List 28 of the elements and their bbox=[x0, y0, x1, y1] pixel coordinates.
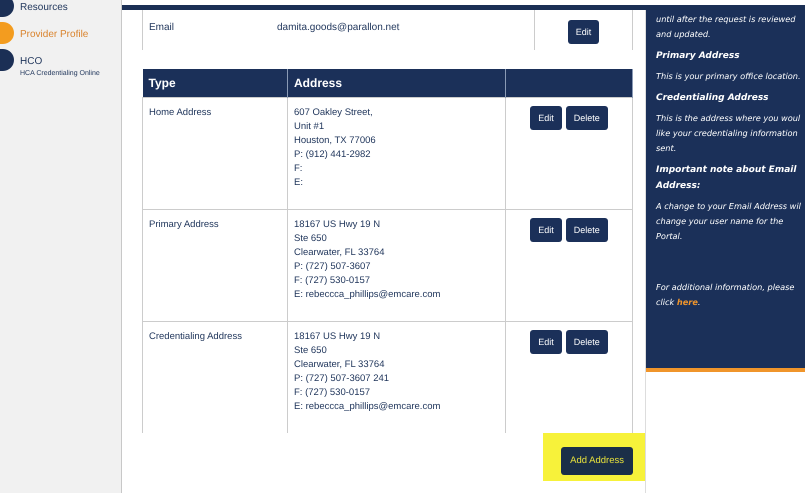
column-header: Address bbox=[288, 69, 506, 97]
help-text: For additional information, please click here. bbox=[656, 281, 796, 309]
column-header: Type bbox=[142, 69, 288, 97]
sidebar-item[interactable]: Resources bbox=[20, 0, 68, 15]
edit-button[interactable]: Edit bbox=[530, 330, 562, 354]
help-heading: Important note about Email Address: bbox=[656, 164, 798, 193]
table-cell: Primary Address bbox=[142, 209, 288, 321]
help-heading: Credentialing Address bbox=[656, 92, 770, 105]
add-address-button[interactable]: Add Address bbox=[561, 447, 633, 476]
edit-button[interactable]: Edit bbox=[530, 106, 562, 130]
field-label: Email bbox=[149, 22, 174, 33]
help-text: This is your primary office location. bbox=[656, 70, 802, 83]
address-text: 18167 US Hwy 19 N Ste 650 Clearwater, FL 33764 P: (727) 507-3607 F: (727) 530-0157 E: rebeccca_phillips@emcare.com bbox=[288, 209, 506, 321]
help-text: This is the address where you woul like your credentialing information sent. bbox=[656, 112, 802, 155]
address-text: 607 Oakley Street, Unit #1 Houston, TX 77006 P: (912) 441-2982 F: E: bbox=[288, 97, 506, 209]
here-link[interactable]: here bbox=[676, 297, 698, 307]
delete-button[interactable]: Delete bbox=[566, 330, 608, 354]
delete-button[interactable]: Delete bbox=[566, 106, 608, 130]
delete-button[interactable]: Delete bbox=[566, 218, 608, 242]
edit-button[interactable]: Edit bbox=[568, 20, 600, 44]
edit-button[interactable]: Edit bbox=[530, 218, 562, 242]
table-cell: Credentialing Address bbox=[142, 321, 288, 433]
help-heading: Primary Address bbox=[656, 50, 741, 63]
table-cell: Home Address bbox=[142, 97, 288, 209]
help-text: until after the request is reviewed and updated. bbox=[656, 13, 796, 41]
sidebar-item[interactable]: HCO bbox=[20, 54, 100, 69]
help-text: A change to your Email Address wil change your user name for the Portal. bbox=[656, 200, 802, 243]
email-value: damita.goods@parallon.net bbox=[277, 22, 400, 33]
